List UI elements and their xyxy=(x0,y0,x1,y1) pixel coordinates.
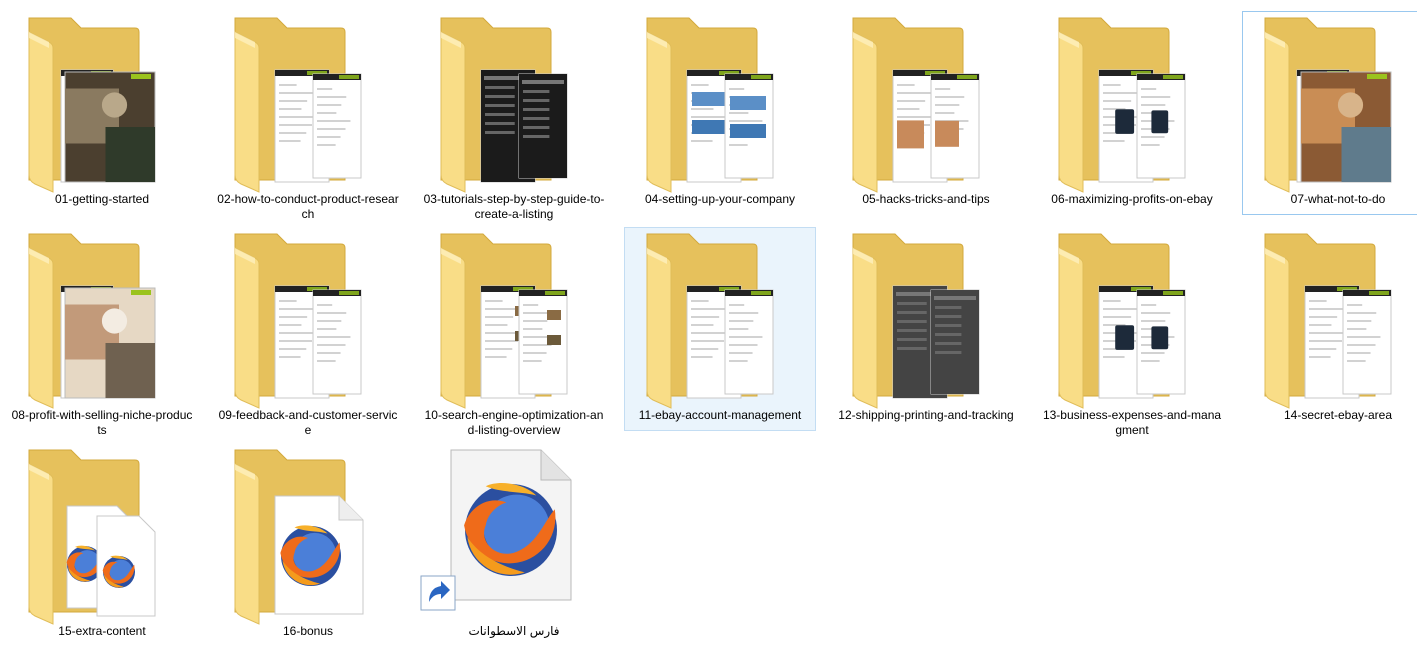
folder-item[interactable]: 01-getting-started xyxy=(6,11,198,215)
item-label: 05-hacks-tricks-and-tips xyxy=(862,192,990,206)
folder-item[interactable]: 07-what-not-to-do xyxy=(1242,11,1417,215)
folder-icon xyxy=(852,17,980,193)
item-label: 09-feedback-and-customer-service xyxy=(218,408,398,437)
folder-item[interactable]: 09-feedback-and-customer-service xyxy=(212,227,404,437)
file-explorer-icon-grid: 01-getting-started 02-how-to-conduct-pro… xyxy=(0,0,1417,665)
folder-item[interactable]: 10-search-engine-optimization-and-listin… xyxy=(418,227,610,437)
folder-icon xyxy=(28,449,156,625)
folder-item[interactable]: 15-extra-content xyxy=(6,443,198,647)
folder-item[interactable]: 11-ebay-account-management xyxy=(624,227,816,431)
item-label: فارس الاسطوانات xyxy=(468,624,560,638)
shortcut-arrow-icon xyxy=(420,575,456,611)
folder-item[interactable]: 12-shipping-printing-and-tracking xyxy=(830,227,1022,431)
folder-icon xyxy=(646,233,774,409)
item-label: 15-extra-content xyxy=(58,624,146,638)
firefox-shortcut-icon xyxy=(420,449,572,611)
folder-icon xyxy=(1058,17,1186,193)
folder-item[interactable]: 04-setting-up-your-company xyxy=(624,11,816,215)
folder-item[interactable]: 13-business-expenses-and-managment xyxy=(1036,227,1228,437)
folder-item[interactable]: 02-how-to-conduct-product-research xyxy=(212,11,404,221)
item-label: 07-what-not-to-do xyxy=(1290,192,1386,206)
folder-item[interactable]: 14-secret-ebay-area xyxy=(1242,227,1417,431)
folder-item[interactable]: 08-profit-with-selling-niche-products xyxy=(6,227,198,437)
folder-icon xyxy=(646,17,774,193)
folder-item[interactable]: 03-tutorials-step-by-step-guide-to-creat… xyxy=(418,11,610,221)
folder-item[interactable]: 06-maximizing-profits-on-ebay xyxy=(1036,11,1228,215)
folder-icon xyxy=(1264,233,1392,409)
item-label: 08-profit-with-selling-niche-products xyxy=(11,408,193,437)
item-label: 01-getting-started xyxy=(54,192,150,206)
folder-icon xyxy=(28,17,156,193)
folder-item[interactable]: 16-bonus xyxy=(212,443,404,647)
item-label: 02-how-to-conduct-product-research xyxy=(217,192,399,221)
item-label: 10-search-engine-optimization-and-listin… xyxy=(424,408,604,437)
folder-icon xyxy=(28,233,156,409)
item-label: 14-secret-ebay-area xyxy=(1283,408,1393,422)
item-label: 11-ebay-account-management xyxy=(638,408,802,422)
item-label: 04-setting-up-your-company xyxy=(644,192,796,206)
folder-item[interactable]: 05-hacks-tricks-and-tips xyxy=(830,11,1022,215)
item-label: 16-bonus xyxy=(282,624,334,638)
folder-icon xyxy=(234,449,364,625)
shortcut-item[interactable]: فارس الاسطوانات xyxy=(418,443,610,647)
item-label: 06-maximizing-profits-on-ebay xyxy=(1051,192,1213,206)
item-label: 13-business-expenses-and-managment xyxy=(1042,408,1222,437)
folder-icon xyxy=(234,233,362,409)
folder-icon xyxy=(234,17,362,193)
item-label: 03-tutorials-step-by-step-guide-to-creat… xyxy=(423,192,605,221)
item-label: 12-shipping-printing-and-tracking xyxy=(838,408,1014,422)
folder-icon xyxy=(440,233,568,409)
folder-icon xyxy=(852,233,980,409)
folder-icon xyxy=(1058,233,1186,409)
folder-icon xyxy=(1264,17,1392,193)
folder-icon xyxy=(440,17,568,193)
